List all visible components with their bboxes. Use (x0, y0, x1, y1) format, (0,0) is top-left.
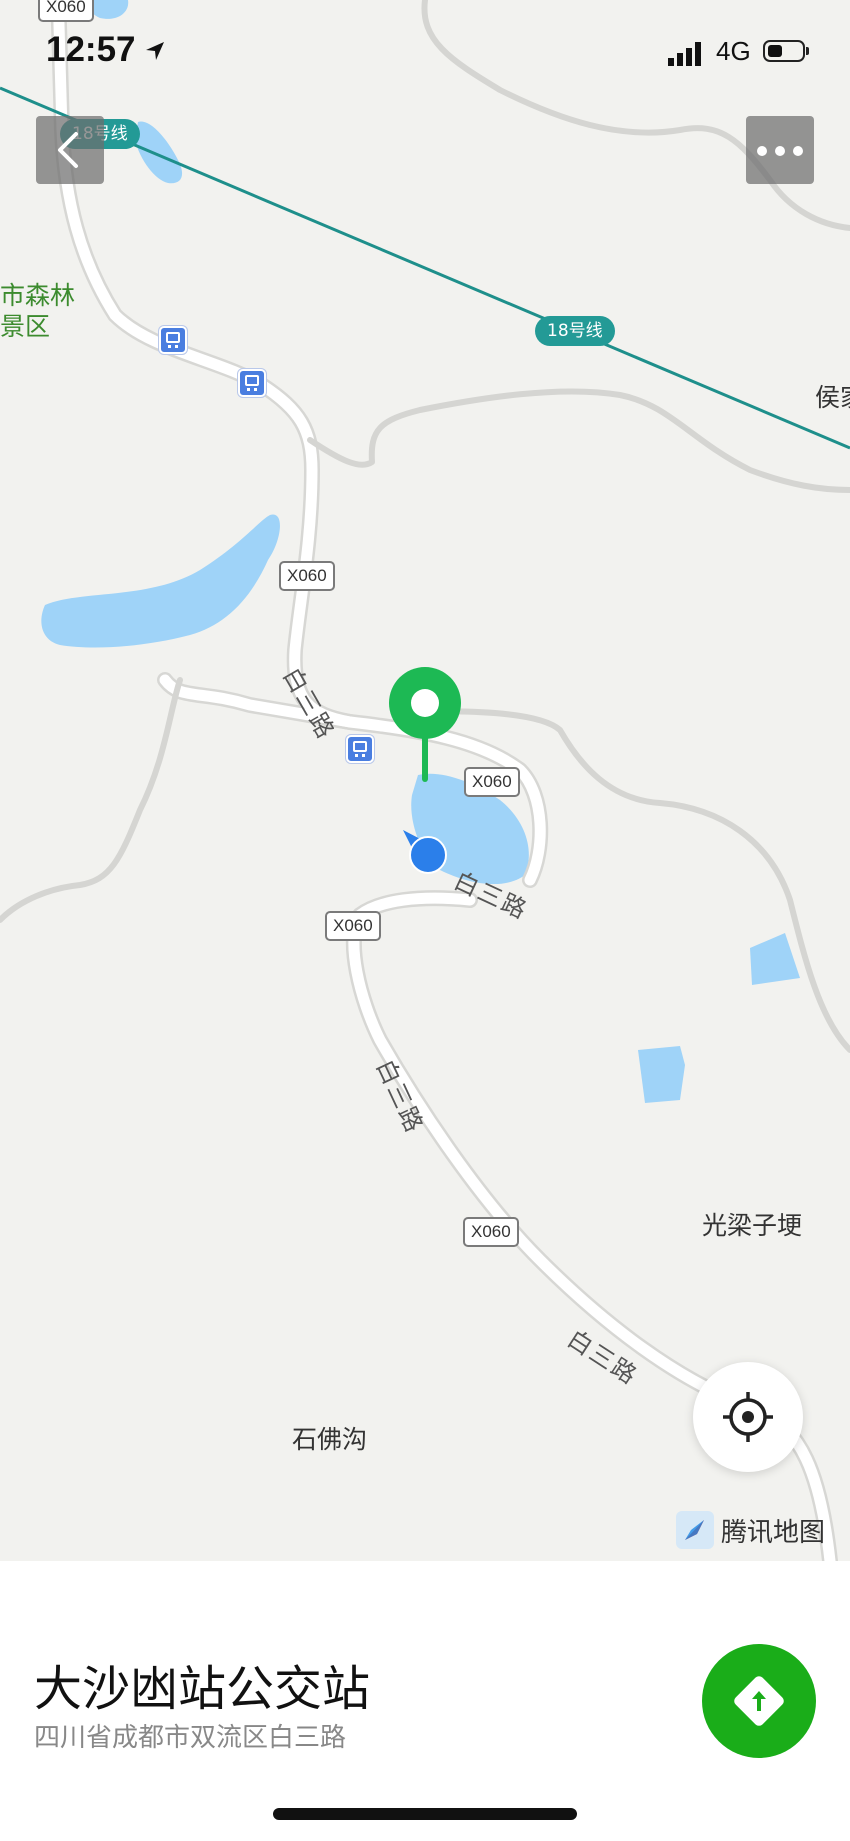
map-brand: 腾讯地图 (675, 1510, 825, 1550)
home-indicator (273, 1808, 577, 1820)
poi-address: 四川省成都市双流区白三路 (34, 1723, 347, 1753)
more-dots-icon (757, 146, 767, 156)
locate-me-button[interactable] (693, 1362, 803, 1472)
battery-tip (806, 47, 809, 55)
crosshair-icon (723, 1392, 773, 1442)
chevron-left-icon (58, 132, 78, 168)
compass-icon (676, 1511, 714, 1549)
route-icon (734, 1676, 784, 1726)
metro-line-label: 18号线 (535, 316, 615, 346)
road-shield: X060 (464, 767, 520, 797)
signal-icon (668, 42, 701, 66)
battery-icon (763, 40, 805, 62)
network-type: 4G (716, 36, 751, 66)
pin-icon (389, 667, 461, 782)
back-button[interactable] (36, 116, 104, 184)
road-shield: X060 (463, 1217, 519, 1247)
status-bar: 12:57 4G (0, 0, 850, 100)
pond (638, 1046, 685, 1103)
road-shield: X060 (325, 911, 381, 941)
more-button[interactable] (746, 116, 814, 184)
pond (135, 121, 183, 184)
pond (750, 933, 800, 985)
poi-title: 大沙凼站公交站 (34, 1661, 371, 1717)
bus-stop-icon[interactable] (238, 369, 266, 397)
road-shield: X060 (279, 561, 335, 591)
more-dots-icon (793, 146, 803, 156)
route-button[interactable] (702, 1644, 816, 1758)
map-base (0, 0, 850, 1561)
more-dots-icon (775, 146, 785, 156)
navigation-arrow-icon (146, 42, 164, 60)
place-label: 石佛沟 (292, 1425, 368, 1454)
place-label: 光梁子埂 (702, 1211, 803, 1240)
status-time: 12:57 (46, 30, 136, 69)
map-brand-text: 腾讯地图 (721, 1517, 826, 1548)
place-label: 侯家 (815, 383, 850, 412)
bus-stop-icon[interactable] (159, 326, 187, 354)
lake (41, 514, 280, 648)
bus-stop-icon[interactable] (346, 735, 374, 763)
place-label: 景区 (0, 312, 51, 341)
map-view[interactable]: X060 X060 X060 X060 X060 18号线 18号线 白三路 白… (0, 0, 850, 1561)
